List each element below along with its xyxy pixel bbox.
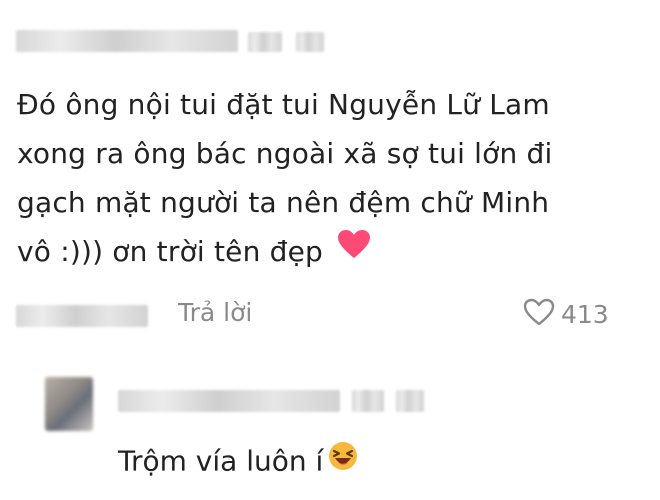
comment-line: vô :))) ơn trời tên đẹp — [17, 235, 324, 268]
reply-button[interactable]: Trả lời — [178, 298, 252, 327]
comment-author-badge2-redacted — [296, 32, 324, 52]
avatar[interactable] — [45, 377, 93, 431]
comment-line-last: vô :))) ơn trời tên đẹp — [17, 227, 597, 278]
comment-body: Đó ông nội tui đặt tui Nguyễn Lữ Lam xon… — [17, 80, 597, 278]
reply-body: Trộm vía luôn í — [118, 440, 359, 482]
reply-text: Trộm vía luôn í — [118, 444, 324, 478]
reply-author-badge-redacted — [352, 390, 384, 412]
like-count: 413 — [561, 300, 609, 329]
comment-line: gạch mặt người ta nên đệm chữ Minh — [17, 186, 550, 219]
laughing-face-emoji-icon — [327, 440, 359, 479]
comment-line: xong ra ông bác ngoài xã sợ tui lớn đi — [17, 137, 553, 170]
comment-author-name-redacted[interactable] — [16, 30, 238, 52]
comment-date-redacted — [16, 305, 148, 327]
comment-line: Đó ông nội tui đặt tui Nguyễn Lữ Lam — [17, 88, 550, 121]
reply-author-badge2-redacted — [396, 390, 424, 412]
heart-outline-icon — [523, 298, 555, 331]
comment-author-badge-redacted — [248, 32, 282, 52]
heart-emoji-icon — [337, 225, 371, 274]
reply-author-name-redacted[interactable] — [118, 390, 340, 412]
like-button[interactable]: 413 — [523, 298, 609, 331]
